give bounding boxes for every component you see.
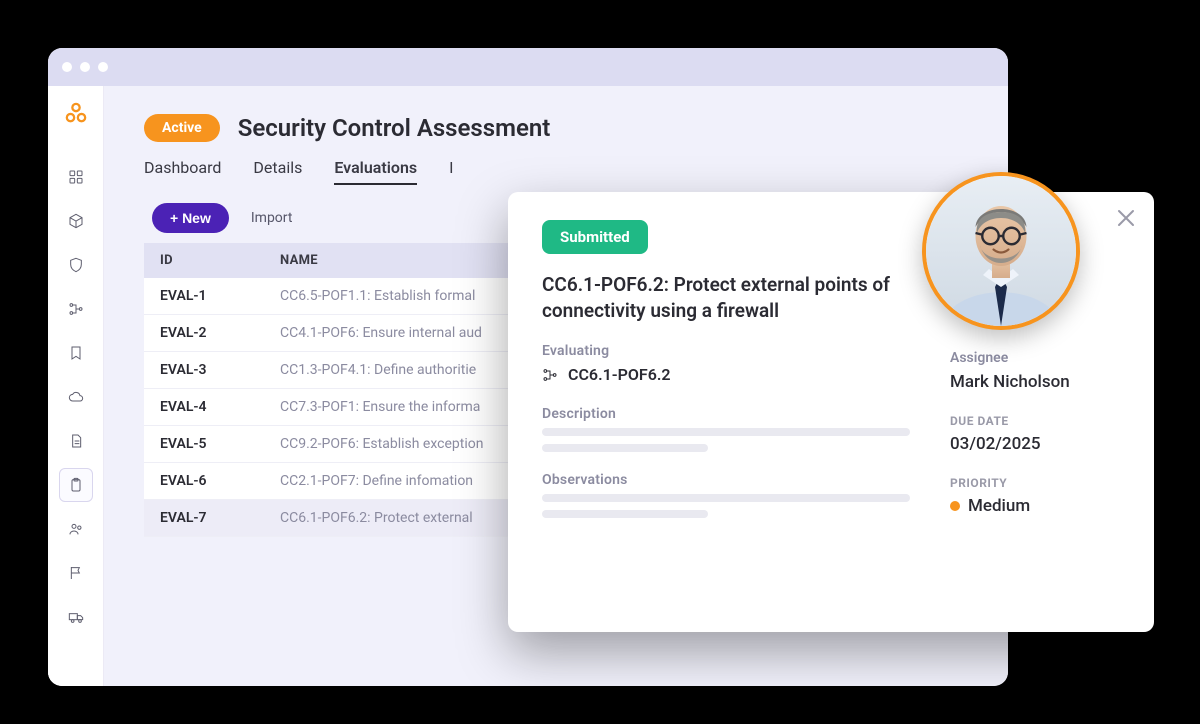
item-title: CC6.1-POF6.2: Protect external points of… <box>542 272 910 323</box>
text-placeholder <box>542 428 910 436</box>
text-placeholder <box>542 444 708 452</box>
cloud-icon <box>68 389 84 405</box>
sidebar-item-clipboard[interactable] <box>59 468 93 502</box>
app-logo-icon <box>65 102 87 124</box>
cell-id: EVAL-5 <box>144 426 264 462</box>
priority-text: Medium <box>968 496 1030 516</box>
tab-details[interactable]: Details <box>253 158 302 185</box>
cube-icon <box>68 213 84 229</box>
cell-id: EVAL-2 <box>144 315 264 351</box>
priority-label: PRIORITY <box>950 476 1120 490</box>
window-dot <box>98 62 108 72</box>
avatar-image <box>926 176 1076 326</box>
column-id: ID <box>144 243 264 278</box>
tab-evaluations[interactable]: Evaluations <box>334 158 417 185</box>
dashboard-icon <box>68 169 84 185</box>
cell-id: EVAL-1 <box>144 278 264 314</box>
due-date-label: DUE DATE <box>950 414 1120 428</box>
evaluating-label: Evaluating <box>542 343 910 359</box>
import-button[interactable]: Import <box>251 210 293 226</box>
new-button[interactable]: + New <box>152 203 229 233</box>
truck-icon <box>68 609 84 625</box>
sidebar-item-sitemap[interactable] <box>59 292 93 326</box>
window-dot <box>80 62 90 72</box>
sidebar <box>48 86 104 686</box>
assignee-value: Mark Nicholson <box>950 372 1120 392</box>
tab-extra[interactable]: I <box>449 158 453 185</box>
priority-value: Medium <box>950 496 1120 516</box>
sitemap-icon <box>68 301 84 317</box>
sidebar-item-flag[interactable] <box>59 556 93 590</box>
avatar <box>922 172 1080 330</box>
window-titlebar <box>48 48 1008 86</box>
cell-id: EVAL-6 <box>144 463 264 499</box>
sidebar-item-document[interactable] <box>59 424 93 458</box>
sitemap-icon <box>542 367 558 383</box>
priority-dot-icon <box>950 501 960 511</box>
due-date-value: 03/02/2025 <box>950 434 1120 454</box>
flag-icon <box>68 565 84 581</box>
users-icon <box>68 521 84 537</box>
tab-dashboard[interactable]: Dashboard <box>144 158 221 185</box>
document-icon <box>68 433 84 449</box>
close-icon <box>1114 206 1138 230</box>
sidebar-item-cloud[interactable] <box>59 380 93 414</box>
observations-label: Observations <box>542 472 910 488</box>
cell-id: EVAL-4 <box>144 389 264 425</box>
text-placeholder <box>542 494 910 502</box>
cell-id: EVAL-7 <box>144 500 264 536</box>
clipboard-icon <box>68 477 84 493</box>
shield-icon <box>68 257 84 273</box>
status-badge: Active <box>144 114 220 142</box>
text-placeholder <box>542 510 708 518</box>
cell-id: EVAL-3 <box>144 352 264 388</box>
description-label: Description <box>542 406 910 422</box>
assignee-label: Assignee <box>950 350 1120 366</box>
window-dot <box>62 62 72 72</box>
sidebar-item-dashboard[interactable] <box>59 160 93 194</box>
sidebar-item-cube[interactable] <box>59 204 93 238</box>
sidebar-item-truck[interactable] <box>59 600 93 634</box>
tabs: Dashboard Details Evaluations I <box>144 158 968 185</box>
evaluating-value: CC6.1-POF6.2 <box>568 365 671 384</box>
close-button[interactable] <box>1114 206 1138 230</box>
page-title: Security Control Assessment <box>238 114 551 142</box>
sidebar-item-bookmark[interactable] <box>59 336 93 370</box>
bookmark-icon <box>68 345 84 361</box>
status-pill: Submitted <box>542 220 648 254</box>
sidebar-item-shield[interactable] <box>59 248 93 282</box>
sidebar-item-users[interactable] <box>59 512 93 546</box>
